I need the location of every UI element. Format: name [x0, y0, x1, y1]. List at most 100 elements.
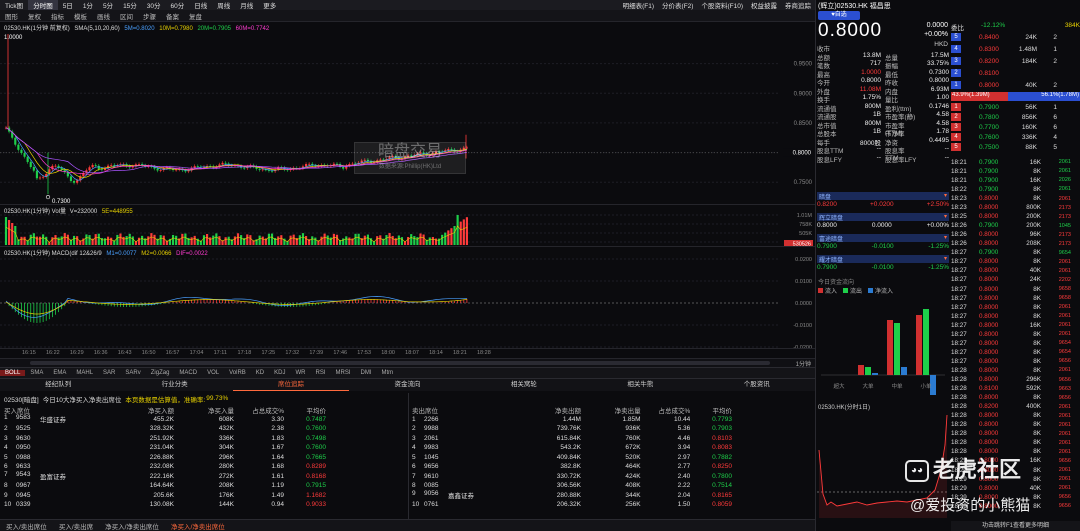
detail-tab-0[interactable]: 明细表(F1): [619, 0, 658, 10]
indicator-tab-11[interactable]: KDJ: [269, 370, 290, 376]
period-tab-0[interactable]: Tick图: [0, 0, 28, 10]
period-tab-8[interactable]: 日线: [189, 0, 212, 10]
detail-tab-3[interactable]: 权益披露: [747, 0, 781, 10]
table-row[interactable]: 1 2266 1.44M 1.85M 10.44 0.7793: [412, 415, 732, 425]
indicator-tab-9[interactable]: VolRB: [224, 370, 251, 376]
table-row[interactable]: 9 9056 嘉鑫证券 280.88K 344K 2.04 0.8165: [412, 490, 732, 500]
section-tab-6[interactable]: 个股资讯: [699, 379, 815, 391]
section-tab-1[interactable]: 行业分类: [116, 379, 232, 391]
section-tab-3[interactable]: 资金流向: [349, 379, 465, 391]
period-tab-7[interactable]: 60分: [166, 0, 190, 10]
ask-row[interactable]: 2 0.8100: [951, 68, 1080, 78]
indicator-tab-14[interactable]: MRSI: [331, 370, 356, 376]
chevron-down-icon[interactable]: ▾: [944, 234, 947, 241]
macd-chart-svg[interactable]: 0.02000.01000.0000-0.0100-0.0200: [0, 247, 815, 349]
sell-table-header-cell[interactable]: 平均价: [690, 405, 732, 415]
sell-table-header-cell[interactable]: 卖出席位: [412, 405, 521, 415]
detail-footer[interactable]: 功击跳转F1查看更多明细: [951, 521, 1080, 531]
indicator-tab-6[interactable]: ZigZag: [146, 370, 175, 376]
indicator-tab-5[interactable]: SARv: [120, 370, 145, 376]
table-row[interactable]: 3 9630 251.92K 336K 1.83 0.7498: [4, 434, 326, 444]
table-row[interactable]: 1 9583 华盛证券 455.2K 608K 3.30 0.7487: [4, 414, 326, 424]
table-row[interactable]: 5 1045 409.84K 520K 2.97 0.7882: [412, 453, 732, 463]
table-row[interactable]: 9 0945 205.6K 176K 1.49 1.1682: [4, 491, 326, 501]
table-row[interactable]: 7 9543 盈富证券 222.16K 272K 1.61 0.8168: [4, 471, 326, 481]
section-tab-2[interactable]: 席位追踪: [232, 379, 350, 391]
chevron-down-icon[interactable]: ▾: [944, 213, 947, 220]
indicator-tab-4[interactable]: SAR: [98, 370, 120, 376]
table-row[interactable]: 2 9988 739.76K 936K 5.36 0.7903: [412, 424, 732, 434]
table-row[interactable]: 10 0339 130.08K 144K 0.94 0.9033: [4, 500, 326, 510]
bottom-tab-3[interactable]: 净买入/净卖出席位: [165, 521, 231, 531]
indicator-tab-16[interactable]: Mtm: [377, 370, 399, 376]
sell-table-header-cell[interactable]: 净卖出额: [521, 405, 581, 415]
table-row[interactable]: 8 0967 164.64K 208K 1.19 0.7915: [4, 481, 326, 491]
table-row[interactable]: 7 9610 330.72K 424K 2.40 0.7800: [412, 472, 732, 482]
detail-tab-1[interactable]: 分价表(F2): [658, 0, 697, 10]
detail-tab-4[interactable]: 券商追踪: [781, 0, 815, 10]
toolbar-item-6[interactable]: 步骤: [138, 11, 161, 21]
ask-row[interactable]: 4 0.8300 1.48M 1: [951, 44, 1080, 54]
detail-tab-2[interactable]: 个股资料(F10): [697, 0, 747, 10]
chevron-down-icon[interactable]: ▾: [944, 255, 947, 262]
dark-pool-item[interactable]: 辉立暗盘 ▾: [817, 213, 949, 222]
scrollbar-thumb[interactable]: [30, 361, 770, 365]
indicator-tab-13[interactable]: RSI: [310, 370, 330, 376]
toolbar-item-1[interactable]: 复权: [23, 11, 46, 21]
table-row[interactable]: 2 9525 328.32K 432K 2.38 0.7600: [4, 424, 326, 434]
indicator-tab-10[interactable]: KD: [251, 370, 269, 376]
dark-pool-item[interactable]: 耀才暗盘 ▾: [817, 255, 949, 264]
table-row[interactable]: 3 2061 615.84K 760K 4.46 0.8103: [412, 434, 732, 444]
buy-table-header-cell[interactable]: 净买入额: [114, 405, 174, 415]
period-tab-6[interactable]: 30分: [142, 0, 166, 10]
period-tab-9[interactable]: 周线: [212, 0, 235, 10]
bid-row[interactable]: 3 0.7700 160K 6: [951, 122, 1080, 132]
bottom-tab-0[interactable]: 买入/卖出席位: [0, 521, 53, 531]
section-tab-5[interactable]: 相关牛熊: [582, 379, 698, 391]
bottom-tab-1[interactable]: 买入/卖出席: [53, 521, 99, 531]
buy-table-header-cell[interactable]: 净买入量: [174, 405, 234, 415]
toolbar-item-5[interactable]: 区间: [115, 11, 138, 21]
table-row[interactable]: 5 0988 226.88K 296K 1.64 0.7665: [4, 453, 326, 463]
indicator-tab-2[interactable]: EMA: [48, 370, 71, 376]
table-row[interactable]: 6 9656 382.8K 464K 2.77 0.8250: [412, 462, 732, 472]
period-tab-1[interactable]: 分时图: [28, 0, 58, 10]
bid-row[interactable]: 5 0.7500 88K 5: [951, 142, 1080, 152]
toolbar-item-4[interactable]: 画线: [92, 11, 115, 21]
ask-row[interactable]: 3 0.8200 184K 2: [951, 56, 1080, 66]
buy-table-header-cell[interactable]: 平均价: [284, 405, 327, 415]
table-row[interactable]: 4 0950 231.04K 304K 1.67 0.7600: [4, 443, 326, 453]
chart-scrollbar[interactable]: 1分钟: [0, 358, 815, 368]
ask-row[interactable]: 1 0.8000 40K 2: [951, 80, 1080, 90]
period-tab-4[interactable]: 5分: [98, 0, 118, 10]
indicator-tab-15[interactable]: DMI: [356, 370, 377, 376]
bid-row[interactable]: 4 0.7600 336K 4: [951, 132, 1080, 142]
price-chart-svg[interactable]: 0.95000.90000.85000.80000.75001.00000.73…: [0, 30, 815, 205]
ask-row[interactable]: 5 0.8400 24K 2: [951, 32, 1080, 42]
indicator-tab-3[interactable]: MAHL: [71, 370, 98, 376]
toolbar-item-7[interactable]: 备案: [161, 11, 184, 21]
period-tab-5[interactable]: 15分: [118, 0, 142, 10]
indicator-tab-8[interactable]: VOL: [202, 370, 224, 376]
sell-table-header-cell[interactable]: 占总成交%: [641, 405, 690, 415]
chevron-down-icon[interactable]: ▾: [944, 192, 947, 199]
section-tab-0[interactable]: 经纪队列: [0, 379, 116, 391]
toolbar-item-8[interactable]: 复盘: [184, 11, 207, 21]
indicator-tab-0[interactable]: BOLL: [0, 370, 26, 376]
table-row[interactable]: 8 0085 306.56K 408K 2.22 0.7514: [412, 481, 732, 491]
bid-row[interactable]: 1 0.7900 56K 1: [951, 102, 1080, 112]
table-row[interactable]: 6 9633 232.08K 280K 1.68 0.8289: [4, 462, 326, 472]
bottom-tab-2[interactable]: 净买入/净卖出席位: [99, 521, 165, 531]
volume-chart-svg[interactable]: 1.01M758K505K252K530526: [0, 205, 815, 247]
table-row[interactable]: 10 0761 206.32K 256K 1.50 0.8059: [412, 500, 732, 510]
buy-table-header-cell[interactable]: 占总成交%: [234, 405, 284, 415]
dark-pool-item[interactable]: 暗盘 ▾: [817, 192, 949, 201]
dark-pool-item[interactable]: 富途暗盘 ▾: [817, 234, 949, 243]
indicator-tab-12[interactable]: WR: [290, 370, 310, 376]
indicator-tab-7[interactable]: MACD: [174, 370, 202, 376]
bid-row[interactable]: 2 0.7800 856K 6: [951, 112, 1080, 122]
sell-table-header-cell[interactable]: 净卖出量: [581, 405, 641, 415]
period-tab-10[interactable]: 月线: [235, 0, 258, 10]
indicator-tab-1[interactable]: SMA: [25, 370, 48, 376]
watchlist-badge[interactable]: ♥自选: [818, 11, 860, 20]
